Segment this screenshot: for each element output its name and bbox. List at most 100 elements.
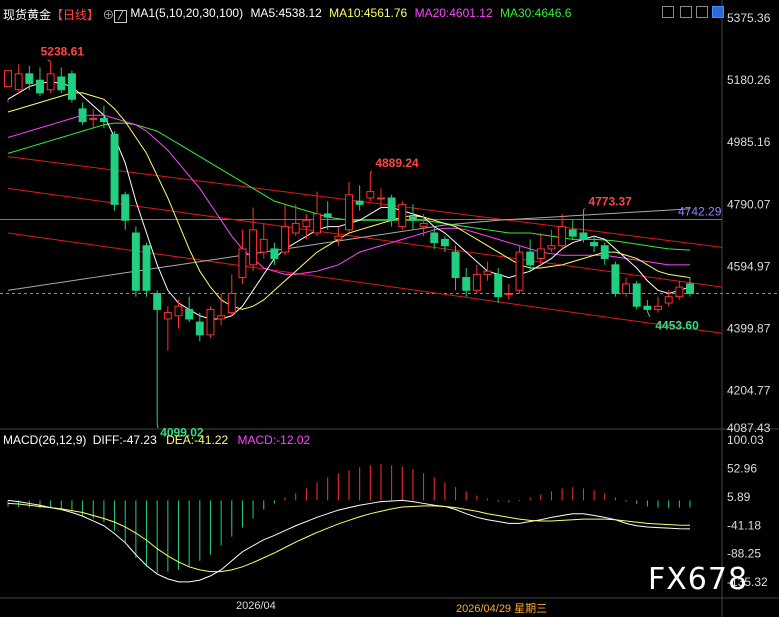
high-annotation: 5238.61 [41, 45, 85, 59]
chart-type-icon[interactable] [696, 6, 708, 18]
candle-body [643, 305, 652, 310]
candle-body [36, 79, 44, 94]
candle-body [568, 229, 577, 237]
candle-body [472, 273, 481, 291]
candle-body [579, 232, 588, 240]
candle-body [366, 191, 375, 199]
candle-body [515, 251, 524, 291]
macd-diff-value: DIFF:-47.23 [92, 433, 157, 447]
candle-body [259, 238, 268, 253]
macd-tick-label: 5.89 [727, 490, 751, 504]
candle-body [664, 296, 673, 304]
macd-tick-label: 100.03 [727, 433, 764, 447]
last-low-annotation-pointer [646, 311, 651, 318]
macd-label: MACD(26,12,9) [3, 433, 87, 447]
candle-body [622, 283, 631, 294]
macd-tick-label: 52.96 [727, 461, 757, 475]
candle-body [78, 108, 87, 123]
price-tick-label: 4985.16 [727, 135, 771, 149]
x-label-date: 2026/04/29 星期三 [456, 603, 548, 615]
peak3-annotation: 4773.37 [588, 195, 632, 209]
candle-body [142, 245, 151, 291]
candle-body [323, 213, 332, 218]
low-annotation-pointer [156, 424, 159, 429]
candle-body [185, 308, 194, 320]
last-low-annotation: 4453.60 [655, 318, 699, 332]
candle-body [334, 235, 343, 240]
candle-body [4, 70, 12, 88]
watermark: FX678 [648, 562, 749, 597]
candle-body [547, 245, 556, 250]
price-tick-label: 4594.97 [727, 259, 771, 273]
candle-body [163, 312, 172, 320]
candle-body [504, 292, 513, 295]
fullscreen-icon[interactable] [712, 6, 724, 18]
candle-body [494, 273, 503, 298]
candle-body [632, 283, 641, 307]
candle-body [46, 73, 55, 91]
candle-body [355, 200, 364, 205]
candle-body [387, 197, 396, 221]
candle-body [281, 226, 290, 253]
price-tick-label: 5375.36 [727, 11, 771, 25]
candle-body [153, 292, 162, 310]
candle-body [99, 117, 108, 123]
candle-body [590, 242, 599, 247]
candle-body [451, 251, 460, 279]
macd-tick-label: -88.25 [727, 547, 761, 561]
zoom-in-icon[interactable] [662, 6, 674, 18]
candle-body [227, 292, 236, 314]
ma30-value: MA30:4646.6 [499, 6, 572, 20]
high-annotation-pointer [47, 59, 51, 62]
peak3-annotation-pointer [583, 208, 586, 211]
candle-body [430, 232, 439, 244]
candle-body [110, 133, 119, 205]
ma5-value: MA5:4538.12 [250, 6, 322, 20]
macd-macd-value: MACD:-12.02 [237, 433, 311, 447]
candle-body [206, 308, 215, 336]
hline-annotation: 4742.29 [678, 205, 722, 219]
candle-body [675, 286, 684, 298]
candle-body [419, 222, 428, 228]
candle-body [302, 219, 311, 228]
peak2-annotation-pointer [369, 170, 373, 174]
candle-body [526, 251, 535, 266]
candle-body [195, 321, 204, 336]
candle-body [600, 245, 609, 259]
period-label[interactable]: 【日线】 [51, 8, 99, 22]
candle-body [654, 305, 662, 310]
candle-body [217, 315, 226, 320]
candle-body [611, 264, 620, 294]
price-tick-label: 5180.26 [727, 73, 771, 87]
candle-body [536, 248, 545, 259]
peak2-annotation: 4889.24 [375, 156, 419, 170]
zoom-out-icon[interactable] [680, 6, 692, 18]
candle-body [377, 197, 385, 200]
symbol-name: 现货黄金 [3, 8, 52, 22]
candle-body [25, 73, 34, 84]
candle-body [67, 73, 76, 100]
candle-body [686, 283, 694, 294]
macd-dea-value: DEA:-41.22 [166, 433, 229, 447]
candle-body [440, 238, 449, 247]
candle-body [57, 76, 66, 91]
candle-body [270, 248, 279, 259]
ma-toggle-icon[interactable]: ╱ [114, 10, 127, 23]
candle-body [558, 226, 567, 247]
candle-body [121, 194, 130, 221]
macd-dea-line [7, 502, 691, 573]
price-tick-label: 4790.07 [727, 197, 771, 211]
settings-icon[interactable]: ⊕ [102, 8, 114, 22]
candle-body [462, 277, 471, 291]
ma-label: MA1(5,10,20,30,100) [130, 6, 244, 20]
candle-body [238, 248, 247, 279]
candle-body [131, 232, 140, 291]
price-tick-label: 4204.77 [727, 384, 771, 398]
x-label-month: 2026/04 [236, 600, 276, 612]
chart-canvas: 5375.36 5180.26 4985.16 4790.07 4594.97 4399.… [0, 0, 779, 617]
macd-diff-line [7, 499, 691, 583]
candle-body [345, 194, 353, 231]
candle-body [398, 203, 407, 228]
candle-body [249, 229, 258, 266]
candle-body [14, 73, 23, 91]
